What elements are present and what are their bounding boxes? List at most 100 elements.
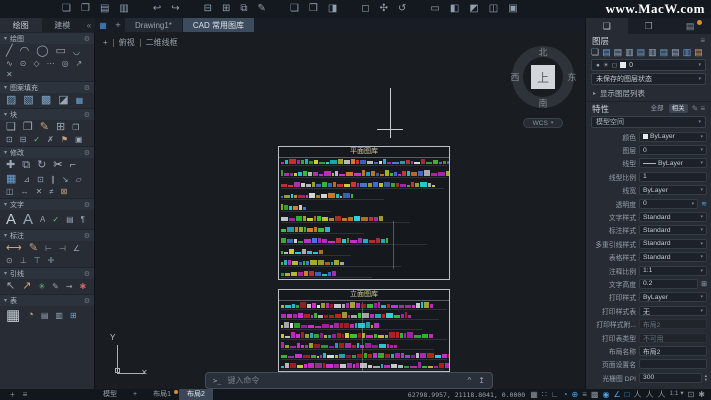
cad-block[interactable] bbox=[342, 334, 345, 338]
dynamic-input-icon[interactable]: ∠ bbox=[613, 391, 620, 399]
property-field[interactable]: 0.2 bbox=[639, 279, 698, 289]
cad-block[interactable] bbox=[372, 345, 378, 348]
cad-block[interactable] bbox=[351, 194, 353, 199]
cad-block[interactable] bbox=[391, 183, 395, 187]
cad-block[interactable] bbox=[321, 303, 325, 308]
cad-block[interactable] bbox=[407, 185, 410, 187]
layers-menu-icon[interactable]: ≡ bbox=[700, 36, 705, 45]
cad-block[interactable] bbox=[321, 194, 327, 198]
cad-block[interactable] bbox=[355, 323, 358, 328]
cad-block[interactable] bbox=[315, 272, 321, 276]
cad-block[interactable] bbox=[319, 250, 323, 254]
layer-isolate-icon[interactable]: ▤ bbox=[671, 48, 680, 57]
current-layer-dropdown[interactable]: ● ☀ ◻ 0 ▾ bbox=[591, 59, 706, 71]
tool-gradient-icon[interactable]: ▧ bbox=[23, 95, 33, 106]
cad-block[interactable] bbox=[400, 184, 406, 187]
references-tab[interactable]: ❐ bbox=[628, 18, 670, 34]
object-snap-icon[interactable]: ⊕ bbox=[572, 391, 579, 399]
cad-block[interactable] bbox=[443, 161, 446, 165]
cad-block[interactable] bbox=[301, 332, 305, 337]
cad-block[interactable] bbox=[357, 183, 359, 187]
tool-single-line-text-icon[interactable]: A bbox=[23, 212, 33, 227]
cad-block[interactable] bbox=[314, 313, 316, 318]
tool-trim-icon[interactable]: ✂ bbox=[53, 160, 62, 171]
new-file-icon[interactable]: ❏ bbox=[62, 4, 71, 14]
cad-block[interactable] bbox=[314, 227, 317, 231]
cad-block[interactable] bbox=[287, 227, 294, 231]
cad-block[interactable] bbox=[418, 171, 424, 175]
cad-block[interactable] bbox=[432, 185, 435, 187]
cad-block[interactable] bbox=[298, 241, 303, 243]
cad-block[interactable] bbox=[334, 304, 341, 308]
cad-block[interactable] bbox=[329, 218, 335, 220]
layout2-tab[interactable]: 布局2 bbox=[179, 389, 213, 400]
cad-block[interactable] bbox=[281, 314, 286, 318]
gear-icon[interactable]: ⚙ bbox=[84, 201, 90, 209]
cad-block[interactable] bbox=[360, 345, 364, 348]
cad-block[interactable] bbox=[315, 363, 322, 368]
cad-block[interactable] bbox=[291, 272, 297, 276]
tool-ray-icon[interactable]: ↗ bbox=[76, 60, 83, 68]
cad-block[interactable] bbox=[420, 182, 426, 187]
cad-block[interactable] bbox=[373, 182, 378, 187]
cad-block[interactable] bbox=[307, 251, 311, 255]
cad-block[interactable] bbox=[329, 315, 334, 317]
tool-linear-dim-icon[interactable]: ⊢ bbox=[45, 245, 52, 253]
tool-aligned-dim-icon[interactable]: ⊣ bbox=[59, 245, 66, 253]
cad-block[interactable] bbox=[411, 172, 417, 175]
cad-block[interactable] bbox=[406, 160, 409, 165]
tool-move-icon[interactable]: ✚ bbox=[6, 160, 15, 171]
tool-edit-block-icon[interactable]: ✎ bbox=[40, 122, 49, 133]
cad-block[interactable] bbox=[384, 182, 389, 187]
cad-block[interactable] bbox=[421, 302, 423, 307]
viewport-menu-button[interactable]: + bbox=[103, 38, 108, 47]
cad-block[interactable] bbox=[381, 305, 386, 308]
cad-block[interactable] bbox=[301, 183, 306, 187]
cad-block[interactable] bbox=[379, 216, 383, 221]
cad-block[interactable] bbox=[416, 353, 420, 358]
cad-block[interactable] bbox=[332, 271, 336, 276]
cad-block[interactable] bbox=[334, 323, 339, 328]
section-header[interactable]: ▾文字⚙ bbox=[0, 198, 94, 210]
drawing-recovery-icon[interactable]: ▣ bbox=[508, 4, 517, 14]
cad-block[interactable] bbox=[386, 238, 389, 243]
cad-block[interactable] bbox=[295, 227, 299, 232]
gear-icon[interactable]: ⚙ bbox=[84, 111, 90, 119]
cad-block[interactable] bbox=[337, 333, 341, 338]
tool-copy-icon[interactable]: ⧉ bbox=[22, 160, 30, 171]
cad-block[interactable] bbox=[374, 323, 379, 328]
cad-block[interactable] bbox=[358, 333, 361, 337]
compass-north[interactable]: 北 bbox=[538, 46, 547, 59]
cad-block[interactable] bbox=[385, 354, 390, 358]
cad-block[interactable] bbox=[313, 172, 319, 176]
cad-block[interactable] bbox=[390, 345, 393, 347]
plot-icon[interactable]: ⊞ bbox=[222, 4, 230, 14]
layer-on-icon[interactable]: ● bbox=[596, 62, 600, 69]
cad-block[interactable] bbox=[386, 313, 393, 318]
cad-block[interactable] bbox=[322, 324, 328, 327]
cad-block[interactable] bbox=[416, 303, 420, 307]
cad-block[interactable] bbox=[342, 304, 345, 307]
cad-block[interactable] bbox=[294, 182, 300, 187]
cad-block[interactable] bbox=[297, 160, 300, 165]
cad-block[interactable] bbox=[379, 183, 383, 187]
cad-block[interactable] bbox=[309, 161, 313, 165]
cad-block[interactable] bbox=[285, 273, 290, 276]
collapse-history-icon[interactable]: ^ bbox=[468, 376, 472, 385]
cad-block[interactable] bbox=[387, 162, 392, 165]
tool-explode-icon[interactable]: ▱ bbox=[76, 176, 82, 184]
cad-block[interactable] bbox=[366, 322, 369, 328]
cad-block[interactable] bbox=[439, 162, 442, 164]
tool-array-icon[interactable]: ▦ bbox=[6, 174, 16, 185]
cad-block[interactable] bbox=[281, 170, 283, 175]
gear-icon[interactable]: ⚙ bbox=[84, 270, 90, 278]
cad-block[interactable] bbox=[284, 260, 287, 265]
cad-block[interactable] bbox=[326, 364, 333, 368]
cad-block[interactable] bbox=[298, 195, 305, 198]
cad-block[interactable] bbox=[328, 193, 335, 198]
cad-block[interactable] bbox=[289, 159, 296, 164]
section-header[interactable]: ▾图案填充⚙ bbox=[0, 81, 94, 93]
zoom-window-icon[interactable]: ◻ bbox=[361, 4, 369, 14]
tool-break-icon[interactable]: ≠ bbox=[49, 188, 53, 196]
cad-block[interactable] bbox=[307, 228, 313, 232]
